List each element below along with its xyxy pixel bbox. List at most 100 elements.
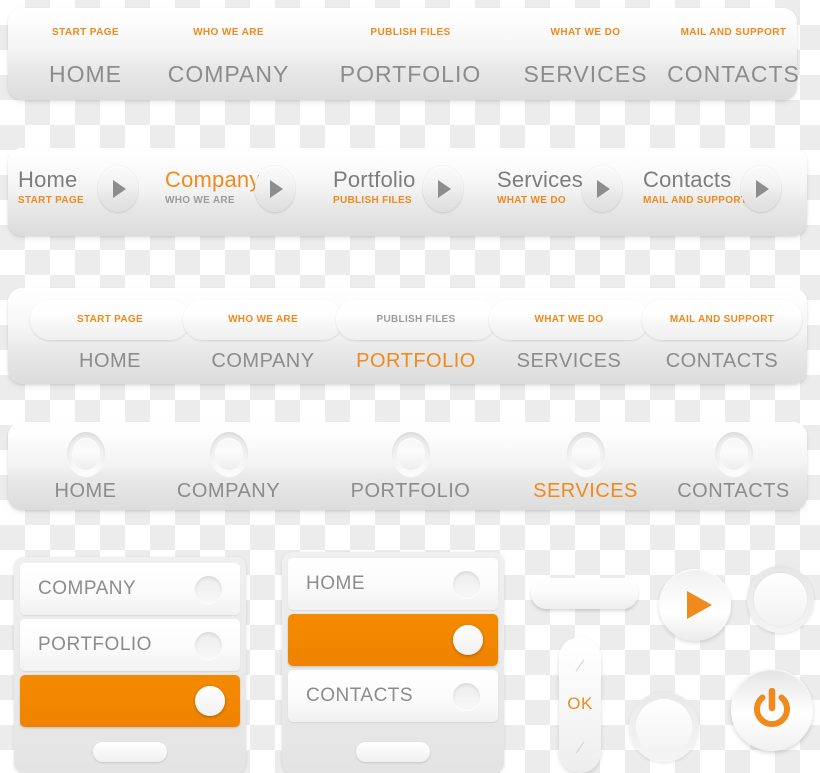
nav-item-label: PORTFOLIO (356, 350, 476, 372)
nav-ring-item-company[interactable]: COMPANY (156, 422, 301, 510)
circle-ring-icon (209, 432, 248, 476)
ok-slider-button[interactable]: OK (559, 637, 601, 773)
ring-button-bottom[interactable] (629, 692, 699, 762)
ring-button-top[interactable] (747, 566, 814, 633)
nav-arrow-item-services[interactable]: Services WHAT WE DO (497, 148, 637, 236)
nav-item-label: Services (497, 167, 583, 192)
nav-item-subtitle: START PAGE (52, 27, 119, 38)
nav-pill-item-home[interactable]: START PAGE HOME (30, 288, 190, 384)
nav-item-label: Portfolio (333, 167, 416, 192)
nav-pill-item-company[interactable]: WHO WE ARE COMPANY (183, 288, 343, 384)
nav-item-subtitle: WHAT WE DO (497, 195, 566, 206)
nav-item-subtitle: WHO WE ARE (193, 27, 264, 38)
toggle-knob-icon[interactable] (453, 625, 483, 655)
navbar-arrows: Home START PAGE Company WHO WE ARE Portf… (8, 148, 807, 236)
nav-pill-item-contacts[interactable]: MAIL AND SUPPORT CONTACTS (642, 288, 802, 384)
nav-arrow-item-home[interactable]: Home START PAGE (18, 148, 158, 236)
list-item[interactable]: HOME (288, 558, 498, 610)
navbar-simple: START PAGE HOME WHO WE ARE COMPANY PUBLI… (8, 8, 799, 100)
list-item[interactable]: PORTFOLIO (20, 619, 240, 671)
blank-pill-button[interactable] (531, 578, 638, 609)
nav-item-label: SERVICES (523, 61, 648, 87)
nav-item-label: PORTFOLIO (339, 61, 482, 87)
nav-item-subtitle: WHO WE ARE (165, 195, 235, 206)
nav-ring-item-services[interactable]: SERVICES (513, 422, 658, 510)
nav-pill-item-portfolio[interactable]: PUBLISH FILES PORTFOLIO (336, 288, 496, 384)
nav-item-subtitle: MAIL AND SUPPORT (643, 195, 748, 206)
nav-arrow-item-company[interactable]: Company WHO WE ARE (165, 148, 320, 236)
nav-item-label: COMPANY (167, 61, 290, 87)
nav-item-company[interactable]: WHO WE ARE COMPANY (156, 8, 301, 100)
drag-handle-pill[interactable] (93, 742, 167, 762)
toggle-knob-icon[interactable] (195, 686, 225, 716)
nav-arrow-item-portfolio[interactable]: Portfolio PUBLISH FILES (333, 148, 483, 236)
list-item-selected[interactable] (288, 614, 498, 666)
nav-item-label: PORTFOLIO (350, 480, 471, 502)
nav-pill-label: WHO WE ARE (228, 314, 298, 325)
nav-pill[interactable]: MAIL AND SUPPORT (642, 300, 802, 340)
nav-item-subtitle: WHAT WE DO (550, 27, 621, 38)
nav-pill-label: PUBLISH FILES (376, 314, 456, 325)
slash-mark-icon (575, 741, 585, 754)
list-item-selected[interactable] (20, 675, 240, 727)
nav-arrow-item-contacts[interactable]: Contacts MAIL AND SUPPORT (643, 148, 803, 236)
nav-ring-item-contacts[interactable]: CONTACTS (656, 422, 811, 510)
circle-ring-icon (66, 432, 105, 476)
nav-ring-item-portfolio[interactable]: PORTFOLIO (333, 422, 488, 510)
play-icon (687, 591, 712, 619)
navbar-simple-items: START PAGE HOME WHO WE ARE COMPANY PUBLI… (8, 8, 799, 100)
nav-item-contacts[interactable]: MAIL AND SUPPORT CONTACTS (656, 8, 811, 100)
ok-button-label: OK (567, 694, 593, 713)
list-item-label: PORTFOLIO (38, 634, 152, 655)
nav-ring-item-home[interactable]: HOME (18, 422, 153, 510)
play-triangle-icon[interactable] (98, 166, 138, 212)
nav-item-label: HOME (49, 61, 122, 87)
toggle-knob-icon[interactable] (453, 683, 480, 710)
nav-pill-label: START PAGE (77, 314, 143, 325)
circle-ring-icon (391, 432, 430, 476)
nav-pill[interactable]: START PAGE (30, 300, 190, 340)
navbar-rings: HOME COMPANY PORTFOLIO SERVICES CONTACTS (8, 422, 807, 510)
drag-handle-pill[interactable] (356, 742, 430, 762)
navbar-pills: START PAGE HOME WHO WE ARE COMPANY PUBLI… (8, 288, 807, 384)
nav-pill-label: WHAT WE DO (534, 314, 604, 325)
play-button[interactable] (659, 569, 731, 641)
nav-item-label: HOME (54, 480, 117, 502)
panel-footer (20, 731, 240, 773)
play-triangle-icon[interactable] (255, 166, 295, 212)
nav-item-label: CONTACTS (677, 480, 790, 502)
nav-item-home[interactable]: START PAGE HOME (18, 8, 153, 100)
nav-pill[interactable]: WHO WE ARE (183, 300, 343, 340)
toggle-knob-icon[interactable] (195, 576, 222, 603)
play-triangle-icon[interactable] (741, 166, 781, 212)
nav-pill-label: MAIL AND SUPPORT (669, 314, 775, 325)
vertical-menu-right: HOME CONTACTS (282, 552, 504, 773)
list-item-label: COMPANY (38, 578, 137, 599)
vertical-menu-left: COMPANY PORTFOLIO (14, 557, 246, 773)
nav-item-label: Company (165, 167, 261, 192)
power-button[interactable] (731, 669, 813, 751)
nav-item-portfolio[interactable]: PUBLISH FILES PORTFOLIO (333, 8, 488, 100)
list-item[interactable]: COMPANY (20, 563, 240, 615)
nav-item-label: CONTACTS (665, 350, 779, 372)
nav-item-label: COMPANY (211, 350, 315, 372)
toggle-knob-icon[interactable] (453, 571, 480, 598)
nav-item-label: HOME (79, 350, 141, 372)
nav-item-label: SERVICES (533, 480, 638, 502)
list-item[interactable]: CONTACTS (288, 670, 498, 722)
play-triangle-icon[interactable] (582, 166, 622, 212)
play-triangle-icon[interactable] (423, 166, 463, 212)
nav-item-services[interactable]: WHAT WE DO SERVICES (513, 8, 658, 100)
nav-pill-item-services[interactable]: WHAT WE DO SERVICES (489, 288, 649, 384)
nav-pill[interactable]: PUBLISH FILES (336, 300, 496, 340)
list-item-label: CONTACTS (306, 685, 414, 706)
power-icon (754, 688, 790, 728)
toggle-knob-icon[interactable] (195, 632, 222, 659)
list-item-label: HOME (306, 573, 365, 594)
ui-kit-canvas: START PAGE HOME WHO WE ARE COMPANY PUBLI… (0, 0, 820, 773)
nav-pill[interactable]: WHAT WE DO (489, 300, 649, 340)
slash-mark-icon (575, 659, 585, 672)
nav-item-subtitle: MAIL AND SUPPORT (680, 27, 787, 38)
circle-ring-icon (714, 432, 753, 476)
nav-item-label: COMPANY (176, 480, 281, 502)
